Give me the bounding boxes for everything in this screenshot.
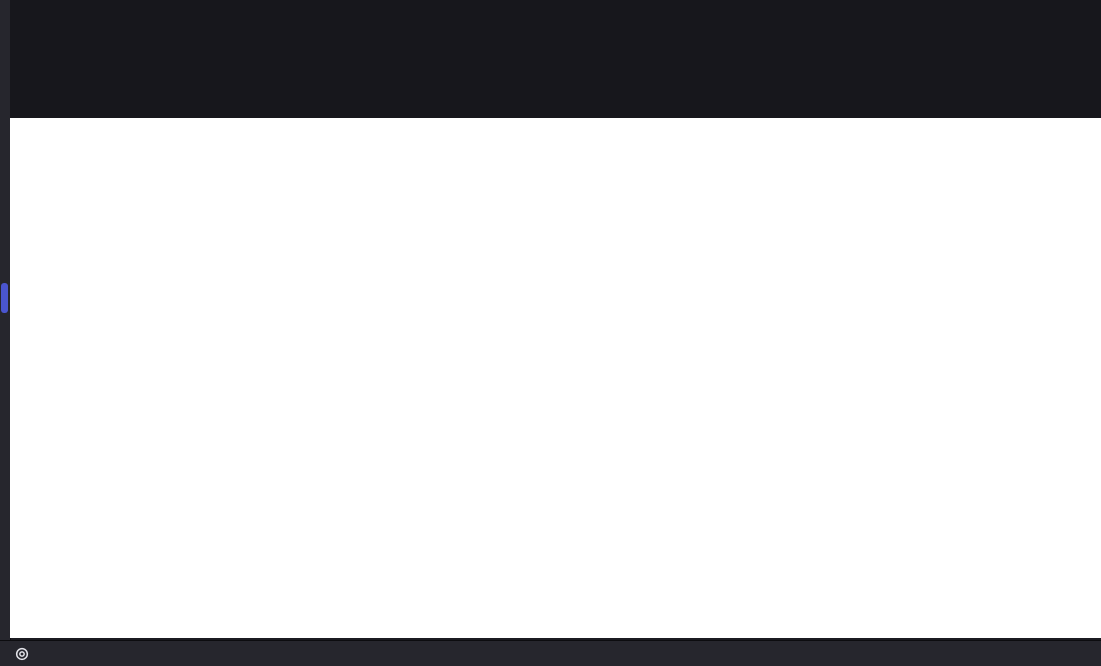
tab-bar	[10, 0, 1101, 46]
chart-panel	[10, 118, 1101, 520]
dock-panel-handle[interactable]	[1, 283, 8, 313]
measurement-table-wrap	[10, 520, 1101, 638]
measurement-charts	[10, 118, 1101, 520]
status-bar	[0, 640, 1101, 666]
gear-measurement-app	[0, 0, 1101, 666]
thumbnail-strip	[10, 46, 1101, 118]
settings-gear-icon[interactable]	[12, 644, 32, 664]
